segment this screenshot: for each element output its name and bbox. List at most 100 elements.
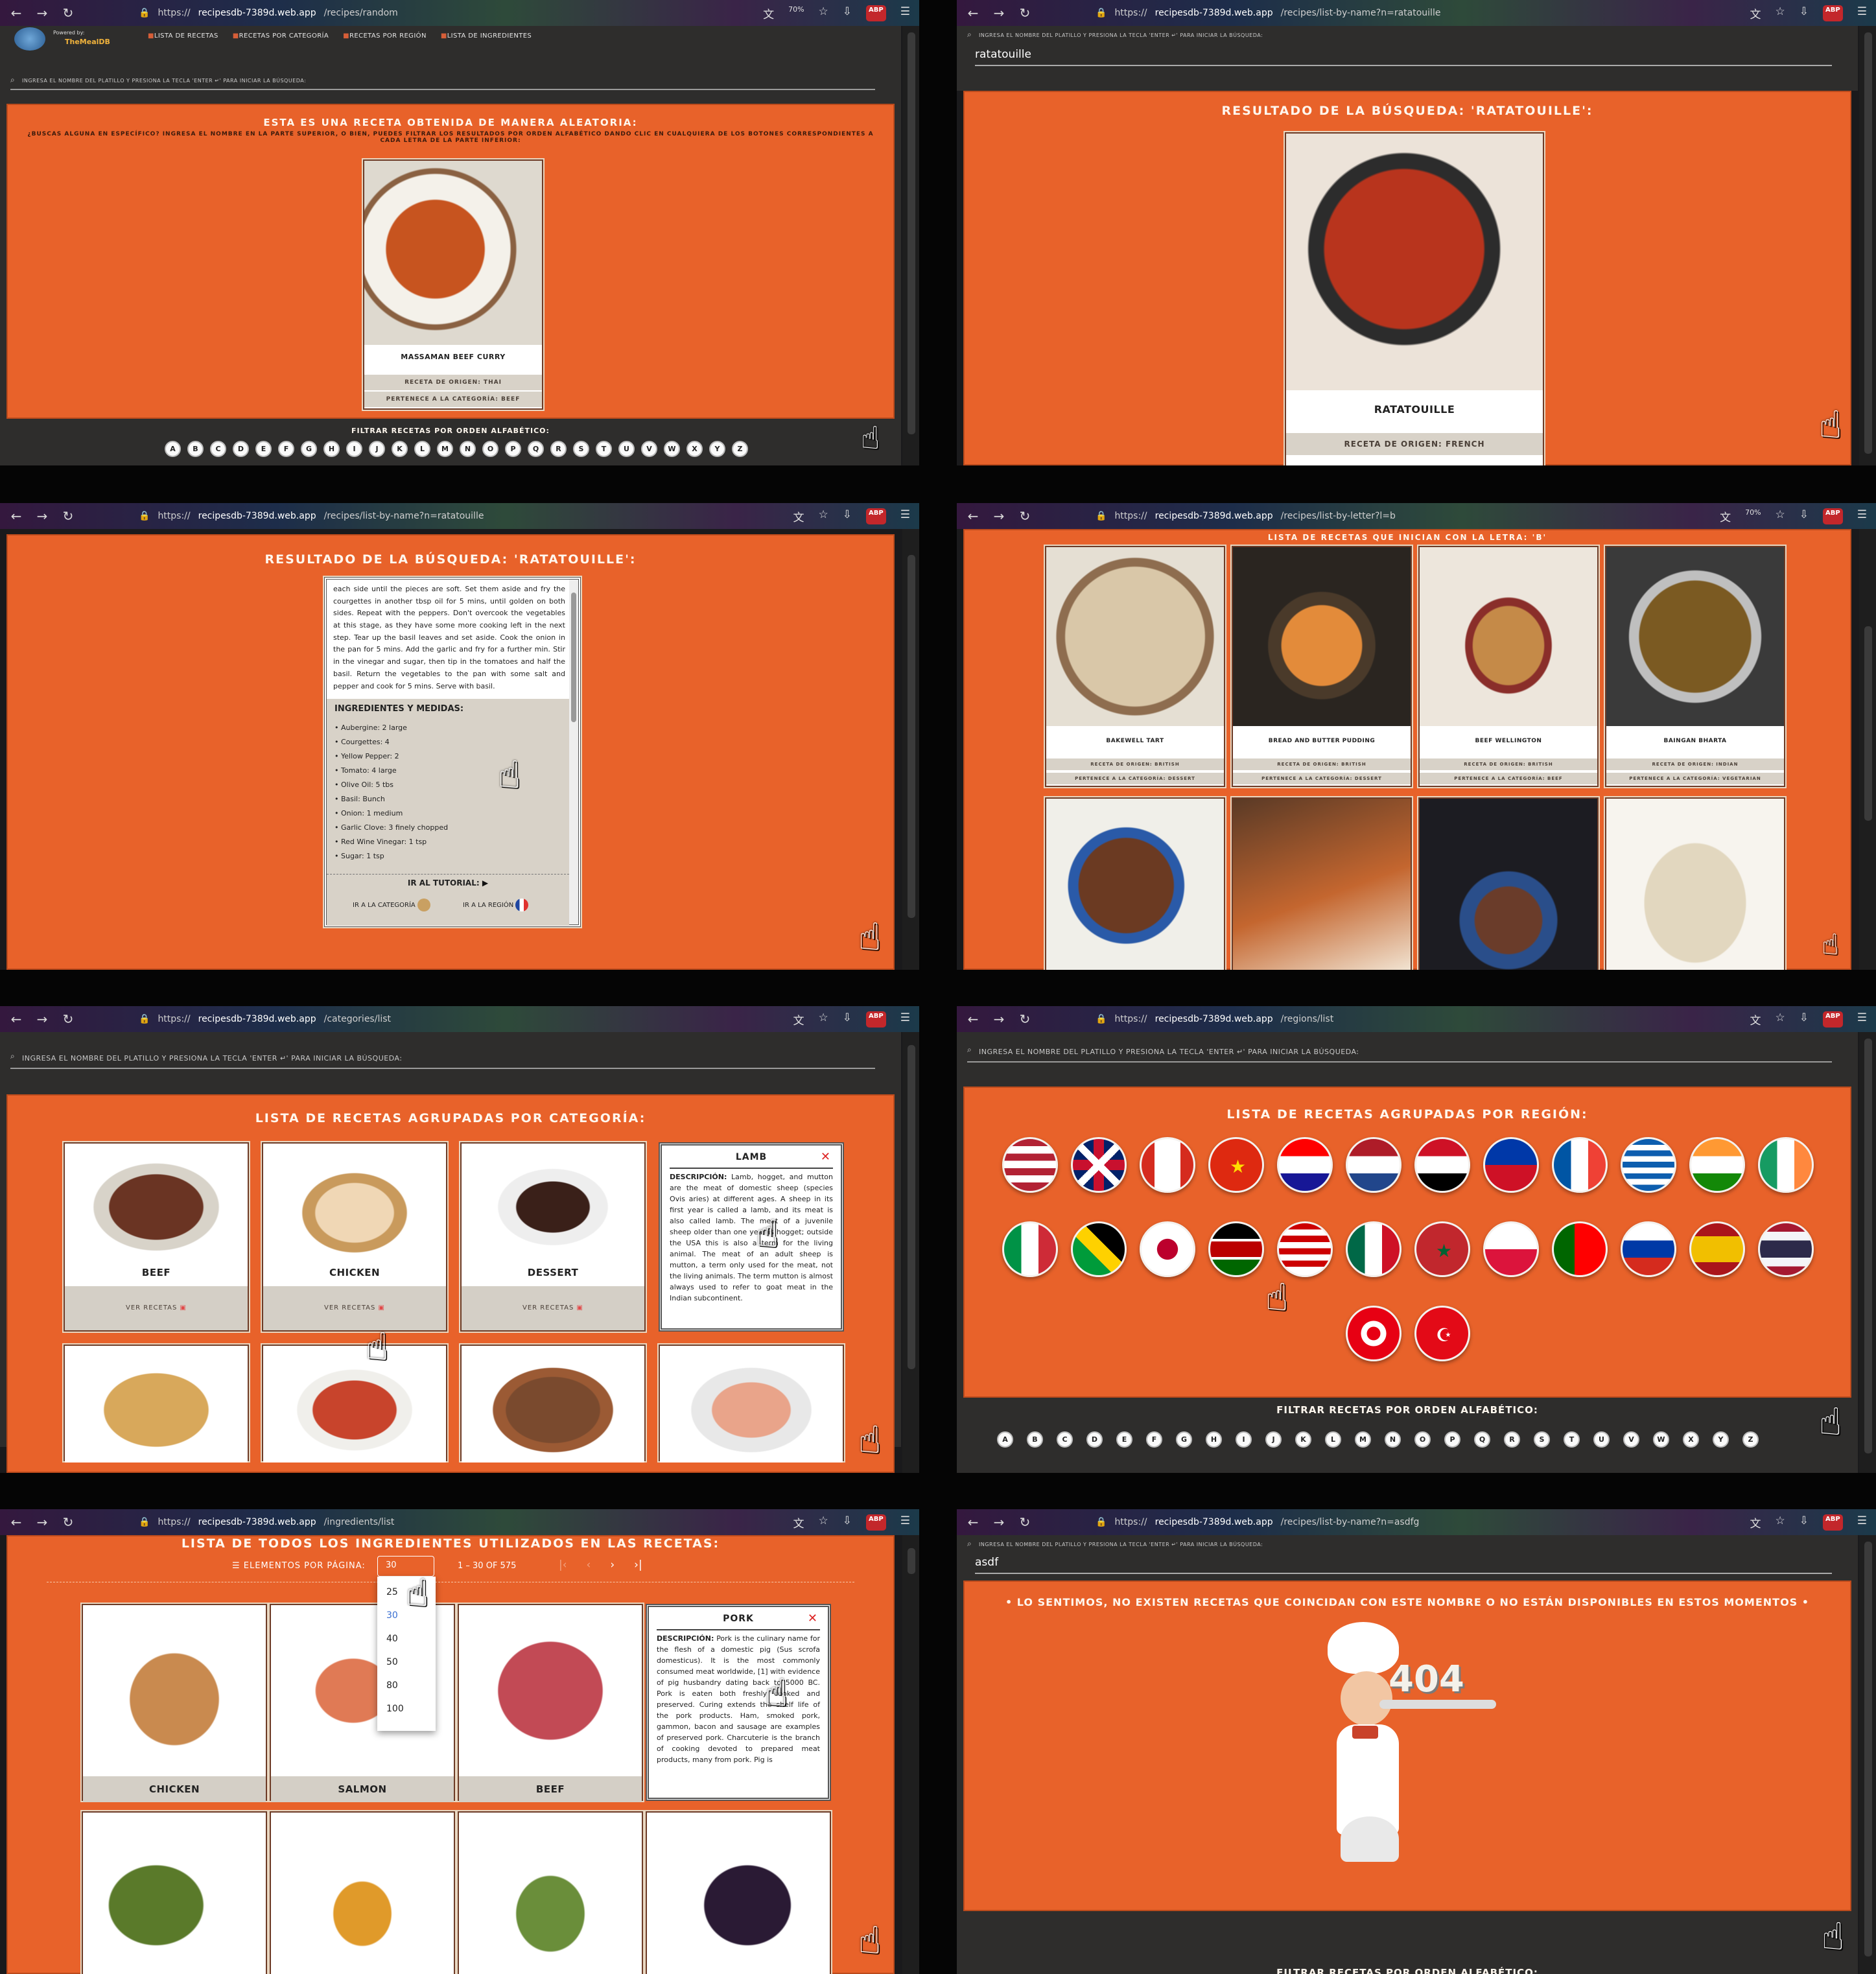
- letter-button-d[interactable]: D: [1086, 1431, 1103, 1448]
- next-page-icon[interactable]: ›: [610, 1558, 615, 1571]
- per-page-option[interactable]: 50: [377, 1651, 436, 1674]
- letter-button-d[interactable]: D: [233, 441, 249, 457]
- back-icon[interactable]: ←: [9, 1514, 23, 1530]
- scrollbar[interactable]: [902, 26, 919, 465]
- star-icon[interactable]: ☆: [819, 1011, 828, 1028]
- address-bar[interactable]: 🔒 https://recipesdb-7389d.web.app/recipes…: [1096, 507, 1708, 525]
- scrollbar[interactable]: [1859, 1032, 1876, 1473]
- forward-icon[interactable]: →: [992, 508, 1006, 524]
- kenyan-flag-icon[interactable]: [1208, 1221, 1264, 1277]
- translate-icon[interactable]: 文: [1750, 1011, 1761, 1028]
- letter-button-q[interactable]: Q: [528, 441, 544, 457]
- polish-flag-icon[interactable]: [1483, 1221, 1539, 1277]
- abp-icon[interactable]: ABP: [1823, 508, 1843, 524]
- category-card[interactable]: [262, 1345, 447, 1463]
- category-card[interactable]: [460, 1345, 646, 1463]
- french-flag-icon[interactable]: [1552, 1137, 1608, 1193]
- back-icon[interactable]: ←: [966, 1514, 980, 1530]
- letter-button-f[interactable]: F: [1146, 1431, 1162, 1448]
- letter-button-b[interactable]: B: [187, 441, 204, 457]
- search-input[interactable]: asdf: [975, 1556, 1832, 1574]
- letter-button-k[interactable]: K: [392, 441, 408, 457]
- american-flag-icon[interactable]: [1002, 1137, 1058, 1193]
- category-card[interactable]: [64, 1345, 249, 1463]
- menu-icon[interactable]: ☰: [1857, 5, 1867, 21]
- dutch-flag-icon[interactable]: [1346, 1137, 1401, 1193]
- per-page-option[interactable]: 100: [377, 1697, 436, 1721]
- letter-button-i[interactable]: I: [346, 441, 362, 457]
- letter-button-m[interactable]: M: [1355, 1431, 1371, 1448]
- menu-icon[interactable]: ☰: [900, 508, 910, 524]
- thai-flag-icon[interactable]: [1758, 1221, 1814, 1277]
- tunisian-flag-icon[interactable]: [1346, 1306, 1401, 1361]
- scrollbar-thumb[interactable]: [1864, 1542, 1872, 1956]
- japanese-flag-icon[interactable]: [1140, 1221, 1195, 1277]
- back-icon[interactable]: ←: [9, 1011, 23, 1027]
- recipe-card[interactable]: BAKEWELL TART RECETA DE ORIGEN: BRITISH …: [1045, 546, 1225, 787]
- star-icon[interactable]: ☆: [819, 5, 828, 21]
- scrollbar-thumb[interactable]: [908, 555, 915, 918]
- menu-item-categories[interactable]: RECETAS POR CATEGORÍA: [233, 32, 329, 40]
- reload-icon[interactable]: ↻: [1018, 1011, 1032, 1027]
- letter-button-e[interactable]: E: [255, 441, 272, 457]
- scrollbar-thumb[interactable]: [908, 1548, 915, 1574]
- letter-button-s[interactable]: S: [573, 441, 589, 457]
- letter-button-v[interactable]: V: [1623, 1431, 1639, 1448]
- download-icon[interactable]: ⇩: [1800, 1514, 1809, 1531]
- download-icon[interactable]: ⇩: [843, 508, 852, 524]
- forward-icon[interactable]: →: [35, 508, 49, 524]
- greek-flag-icon[interactable]: [1621, 1137, 1676, 1193]
- indian-flag-icon[interactable]: [1689, 1137, 1745, 1193]
- scrollbar[interactable]: [902, 529, 919, 970]
- malaysian-flag-icon[interactable]: [1277, 1221, 1333, 1277]
- address-bar[interactable]: 🔒 https://recipesdb-7389d.web.app/categor…: [139, 1010, 782, 1028]
- download-icon[interactable]: ⇩: [1800, 1011, 1809, 1028]
- recipe-card[interactable]: [1232, 797, 1412, 970]
- letter-button-q[interactable]: Q: [1474, 1431, 1490, 1448]
- letter-button-m[interactable]: M: [437, 441, 453, 457]
- letter-button-p[interactable]: P: [1444, 1431, 1460, 1448]
- canadian-flag-icon[interactable]: [1140, 1137, 1195, 1193]
- scrollbar[interactable]: [1859, 529, 1876, 970]
- address-bar[interactable]: 🔒 https://recipesdb-7389d.web.app/ingredi…: [139, 1513, 782, 1531]
- star-icon[interactable]: ☆: [819, 508, 828, 524]
- letter-button-z[interactable]: Z: [1742, 1431, 1759, 1448]
- letter-button-i[interactable]: I: [1236, 1431, 1252, 1448]
- back-icon[interactable]: ←: [9, 508, 23, 524]
- menu-icon[interactable]: ☰: [1857, 1011, 1867, 1028]
- menu-icon[interactable]: ☰: [1857, 508, 1867, 524]
- back-icon[interactable]: ←: [966, 508, 980, 524]
- filipino-flag-icon[interactable]: [1483, 1137, 1539, 1193]
- category-card[interactable]: CHICKEN VER RECETAS ▣: [262, 1142, 447, 1332]
- recipe-card[interactable]: BAINGAN BHARTA RECETA DE ORIGEN: INDIAN …: [1605, 546, 1785, 787]
- card-scrollbar[interactable]: [569, 580, 578, 924]
- download-icon[interactable]: ⇩: [843, 1011, 852, 1028]
- letter-button-r[interactable]: R: [1504, 1431, 1520, 1448]
- ingredient-card[interactable]: [458, 1811, 643, 1974]
- abp-icon[interactable]: ABP: [866, 1514, 886, 1531]
- letter-button-o[interactable]: O: [1414, 1431, 1431, 1448]
- download-icon[interactable]: ⇩: [843, 1514, 852, 1531]
- translate-icon[interactable]: 文: [793, 508, 804, 524]
- scrollbar[interactable]: [902, 1032, 919, 1473]
- search-input[interactable]: INGRESA EL NOMBRE DEL PLATILLO Y PRESION…: [10, 1052, 875, 1069]
- scrollbar-thumb[interactable]: [908, 1045, 915, 1369]
- search-input[interactable]: INGRESA EL NOMBRE DEL PLATILLO Y PRESION…: [967, 1045, 1832, 1063]
- star-icon[interactable]: ☆: [1776, 1514, 1785, 1531]
- reload-icon[interactable]: ↻: [1018, 5, 1032, 21]
- search-input[interactable]: ratatouille: [975, 48, 1832, 66]
- first-page-icon[interactable]: |‹: [559, 1558, 567, 1571]
- letter-button-n[interactable]: N: [1385, 1431, 1401, 1448]
- letter-button-h[interactable]: H: [1206, 1431, 1222, 1448]
- letter-button-t[interactable]: T: [596, 441, 612, 457]
- category-link[interactable]: IR A LA CATEGORÍA: [353, 899, 430, 911]
- menu-item-recipes[interactable]: LISTA DE RECETAS: [148, 32, 218, 40]
- letter-button-c[interactable]: C: [1057, 1431, 1073, 1448]
- category-card[interactable]: DESSERT VER RECETAS ▣: [460, 1142, 646, 1332]
- menu-icon[interactable]: ☰: [900, 5, 910, 21]
- british-flag-icon[interactable]: [1071, 1137, 1127, 1193]
- translate-icon[interactable]: 文: [1750, 1514, 1761, 1531]
- translate-icon[interactable]: 文: [793, 1514, 804, 1531]
- view-recipes-link[interactable]: VER RECETAS ▣: [263, 1286, 446, 1330]
- view-recipes-link[interactable]: VER RECETAS ▣: [65, 1286, 248, 1330]
